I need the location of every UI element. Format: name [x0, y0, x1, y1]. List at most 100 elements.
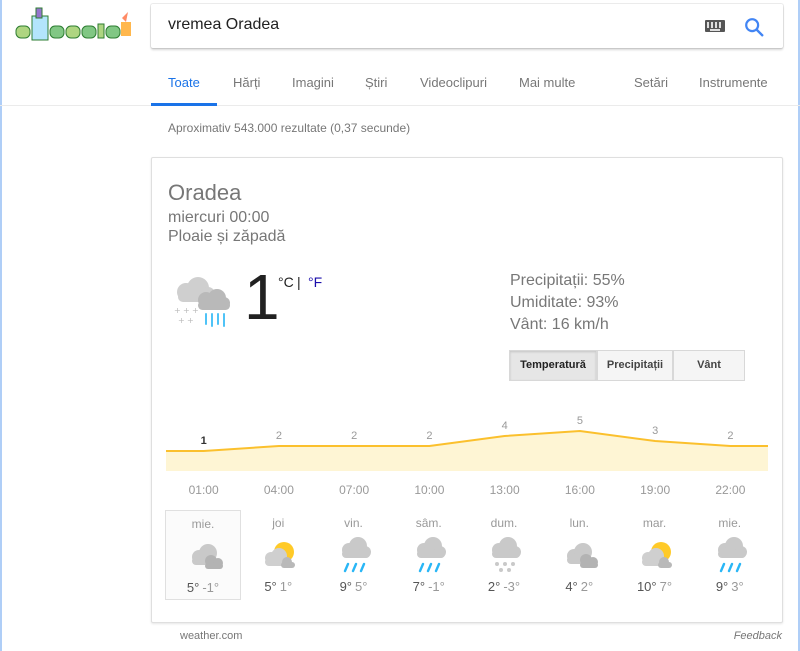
doodle-logo[interactable] [14, 6, 134, 44]
unit-fahrenheit[interactable]: °F [308, 274, 322, 290]
search-icon[interactable] [743, 16, 765, 38]
tab-more[interactable]: Mai multe [519, 75, 575, 90]
current-temperature: 1 [244, 261, 280, 333]
forecast-day-name: lun. [569, 516, 589, 530]
forecast-day[interactable]: mie. 5° -1° [165, 510, 241, 600]
svg-text:+: + [174, 306, 181, 315]
rain-cloud-icon [341, 537, 371, 573]
partly-sunny-icon [641, 542, 672, 568]
tab-settings[interactable]: Setări [634, 75, 668, 90]
keyboard-icon[interactable] [705, 20, 725, 32]
svg-text:+: + [178, 316, 185, 325]
forecast-day[interactable]: mie. 9° 3° [692, 510, 768, 600]
forecast-day[interactable]: joi 5° 1° [240, 510, 316, 600]
hour-tick-label: 13:00 [489, 483, 520, 497]
forecast-high: 4° [565, 579, 578, 594]
forecast-high: 2° [487, 579, 501, 594]
daily-forecast: mie. 5° -1° joi 5° 1° vin. 9° 5° sâm. 7° -1° dum. 2° -… [165, 510, 768, 600]
result-stats: Aproximativ 543.000 rezultate (0,37 secu… [168, 121, 411, 135]
rain-and-snow-icon: + + + + + [174, 277, 230, 327]
cloudy-icon [192, 544, 223, 569]
weather-card: Oradea miercuri 00:00 Ploaie și zăpadă +… [151, 157, 783, 623]
forecast-low: 1° [279, 579, 293, 594]
chart-tab-wind[interactable]: Vânt [673, 350, 745, 381]
forecast-day-name: mie. [191, 517, 215, 531]
tab-news[interactable]: Știri [365, 75, 387, 90]
forecast-high: 5° [264, 579, 277, 594]
forecast-low: 2° [580, 579, 594, 594]
search-tabs: Toate Hărți Imagini Știri Videoclipuri M… [0, 62, 800, 106]
svg-text:+: + [183, 306, 190, 315]
chart-tab-precipitation[interactable]: Precipitații [597, 350, 673, 381]
forecast-temps: 9° 5° [316, 579, 392, 594]
svg-text:+: + [187, 316, 194, 325]
partly-sunny-icon [265, 542, 296, 568]
forecast-day-name: joi [272, 516, 285, 530]
temperature-data-label: 3 [652, 425, 658, 437]
precipitation-value: Precipitații: 55% [510, 272, 625, 289]
temperature-data-label: 5 [577, 415, 583, 427]
search-input[interactable]: vremea Oradea [168, 16, 279, 34]
forecast-day[interactable]: lun. 4° 2° [541, 510, 617, 600]
tab-all[interactable]: Toate [168, 75, 200, 90]
forecast-high: 7° [412, 579, 426, 594]
tab-images[interactable]: Imagini [292, 75, 334, 90]
hour-labels: 01:00 04:00 07:00 10:00 13:00 16:00 19:00 22:00 [166, 483, 768, 499]
weather-condition: Ploaie și zăpadă [168, 228, 286, 245]
snow-cloud-icon [492, 537, 521, 572]
forecast-high: 10° [636, 579, 657, 594]
forecast-low: 5° [355, 579, 368, 594]
forecast-high: 9° [339, 579, 352, 594]
feedback-link[interactable]: Feedback [734, 630, 782, 642]
forecast-day-name: sâm. [415, 516, 442, 530]
chart-tab-temperature[interactable]: Temperatură [509, 350, 597, 381]
forecast-day-name: mar. [642, 516, 667, 530]
weather-city: Oradea [168, 180, 242, 205]
forecast-day[interactable]: dum. 2° -3° [466, 510, 542, 600]
temperature-data-label: 4 [502, 420, 508, 432]
forecast-day-name: vin. [344, 516, 363, 530]
unit-celsius[interactable]: °C [278, 274, 294, 290]
temperature-data-label: 2 [276, 430, 282, 442]
temperature-area [166, 431, 768, 471]
hour-tick-label: 07:00 [339, 483, 370, 497]
weather-details: Precipitații: 55% Umiditate: 93% Vânt: 1… [510, 270, 625, 336]
forecast-high: 5° [186, 580, 200, 595]
hour-tick-label: 16:00 [564, 483, 595, 497]
svg-text:+: + [192, 306, 199, 315]
forecast-temps: 9° 3° [692, 579, 768, 594]
source-link[interactable]: weather.com [180, 630, 242, 642]
forecast-temps: 5° -1° [166, 580, 240, 595]
hour-tick-label: 04:00 [263, 483, 294, 497]
search-box[interactable]: vremea Oradea [151, 4, 783, 48]
tab-tools[interactable]: Instrumente [699, 75, 768, 90]
forecast-temps: 5° 1° [240, 579, 316, 594]
temperature-data-label: 2 [351, 430, 357, 442]
hour-tick-label: 22:00 [715, 483, 746, 497]
rain-cloud-icon [717, 537, 747, 573]
temperature-data-label: 2 [727, 430, 733, 442]
forecast-low: -3° [503, 579, 521, 594]
forecast-temps: 2° -3° [466, 579, 542, 594]
wind-value: Vânt: 16 km/h [510, 316, 609, 333]
rain-cloud-icon [416, 537, 446, 573]
tab-videos[interactable]: Videoclipuri [420, 75, 487, 90]
humidity-value: Umiditate: 93% [510, 294, 619, 311]
tab-maps[interactable]: Hărți [233, 75, 260, 90]
weather-daytime: miercuri 00:00 [168, 209, 270, 226]
hour-tick-label: 19:00 [640, 483, 671, 497]
forecast-low: 3° [731, 579, 744, 594]
hour-tick-label: 10:00 [414, 483, 445, 497]
forecast-day[interactable]: sâm. 7° -1° [391, 510, 467, 600]
forecast-day[interactable]: mar. 10° 7° [617, 510, 693, 600]
forecast-day[interactable]: vin. 9° 5° [316, 510, 392, 600]
forecast-day-name: mie. [718, 516, 742, 530]
forecast-temps: 7° -1° [391, 579, 467, 594]
unit-separator: | [297, 274, 301, 290]
hour-tick-label: 01:00 [188, 483, 219, 497]
chart-tab-bar: Temperatură Precipitații Vânt [509, 350, 745, 381]
temperature-data-label: 1 [201, 435, 207, 447]
forecast-high: 9° [715, 579, 729, 594]
temperature-data-label: 2 [426, 430, 432, 442]
forecast-low: -1° [428, 579, 445, 594]
